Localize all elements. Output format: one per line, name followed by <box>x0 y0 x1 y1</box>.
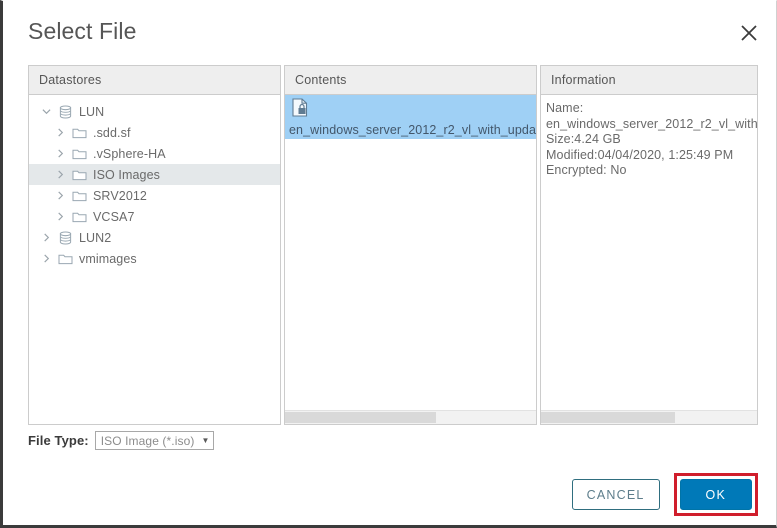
tree-item-label: ISO Images <box>93 167 160 182</box>
close-icon[interactable] <box>736 20 762 46</box>
folder-icon <box>69 126 89 139</box>
file-browser-panels: Datastores LUN .sdd.sf .vSphere-HA ISO Imag… <box>28 65 758 425</box>
file-type-row: File Type: ISO Image (*.iso) ▼ <box>28 431 215 450</box>
contents-panel: Contents en_windows_server_2012_r2_vl_wi… <box>284 65 537 425</box>
tree-item-sdd-sf[interactable]: .sdd.sf <box>29 122 280 143</box>
contents-horizontal-scrollbar[interactable] <box>285 410 536 424</box>
chevron-right-icon[interactable] <box>51 191 69 200</box>
tree-item-label: LUN2 <box>79 230 112 245</box>
page-title: Select File <box>28 18 137 44</box>
content-list-item[interactable]: en_windows_server_2012_r2_vl_with_updat <box>285 95 536 139</box>
ok-button-highlight: OK <box>673 473 758 516</box>
tree-item-label: .vSphere-HA <box>93 146 166 161</box>
contents-panel-body[interactable]: en_windows_server_2012_r2_vl_with_updat <box>285 95 536 424</box>
tree-item-iso-images[interactable]: ISO Images <box>29 164 280 185</box>
datastore-icon <box>55 104 75 119</box>
info-size: Size:4.24 GB <box>546 132 621 146</box>
tree-item-srv2012[interactable]: SRV2012 <box>29 185 280 206</box>
tree-item-label: LUN <box>79 104 105 119</box>
chevron-right-icon[interactable] <box>51 149 69 158</box>
info-encrypted: Encrypted: No <box>546 163 627 177</box>
contents-panel-header: Contents <box>285 66 536 95</box>
datastores-panel-header: Datastores <box>29 66 280 95</box>
tree-item-vcsa7[interactable]: VCSA7 <box>29 206 280 227</box>
folder-icon <box>69 147 89 160</box>
info-name-label: Name: <box>546 101 584 115</box>
iso-file-icon <box>292 98 536 122</box>
file-type-label: File Type: <box>28 433 89 448</box>
scrollbar-thumb[interactable] <box>541 412 675 423</box>
folder-icon <box>69 168 89 181</box>
caret-down-icon: ▼ <box>201 436 210 445</box>
tree-item-vmimages[interactable]: vmimages <box>29 248 280 269</box>
datastore-tree: LUN .sdd.sf .vSphere-HA ISO Images SRV2012 VC… <box>29 95 280 269</box>
chevron-right-icon[interactable] <box>51 128 69 137</box>
information-fields: Name: en_windows_server_2012_r2_vl_with … <box>541 95 757 179</box>
tree-item-label: vmimages <box>79 251 137 266</box>
datastores-panel: Datastores LUN .sdd.sf .vSphere-HA ISO Imag… <box>28 65 281 425</box>
datastore-icon <box>55 230 75 245</box>
tree-item-label: .sdd.sf <box>93 125 131 140</box>
chevron-right-icon[interactable] <box>37 233 55 242</box>
file-type-selected-value: ISO Image (*.iso) <box>100 433 195 448</box>
folder-icon <box>69 189 89 202</box>
file-type-select[interactable]: ISO Image (*.iso) ▼ <box>94 431 215 450</box>
chevron-right-icon[interactable] <box>37 254 55 263</box>
chevron-down-icon[interactable] <box>37 107 55 116</box>
tree-item-lun2[interactable]: LUN2 <box>29 227 280 248</box>
scrollbar-thumb[interactable] <box>285 412 436 423</box>
information-panel-header: Information <box>541 66 757 95</box>
tree-item-vsphere-ha[interactable]: .vSphere-HA <box>29 143 280 164</box>
cancel-button[interactable]: CANCEL <box>571 479 660 510</box>
dialog-title-bar: Select File <box>3 1 777 63</box>
tree-item-lun[interactable]: LUN <box>29 101 280 122</box>
select-file-dialog: Select File Datastores LUN .sdd.sf .vSpher… <box>0 0 777 528</box>
tree-item-label: SRV2012 <box>93 188 147 203</box>
info-modified: Modified:04/04/2020, 1:25:49 PM <box>546 147 734 162</box>
contents-list: en_windows_server_2012_r2_vl_with_updat <box>285 95 536 139</box>
ok-button[interactable]: OK <box>679 479 752 510</box>
dialog-footer: CANCEL OK <box>571 473 758 516</box>
information-panel-body: Name: en_windows_server_2012_r2_vl_with … <box>541 95 757 424</box>
information-horizontal-scrollbar[interactable] <box>541 410 757 424</box>
chevron-right-icon[interactable] <box>51 170 69 179</box>
content-item-label: en_windows_server_2012_r2_vl_with_updat <box>289 123 536 137</box>
folder-icon <box>55 252 75 265</box>
information-panel: Information Name: en_windows_server_2012… <box>540 65 758 425</box>
folder-icon <box>69 210 89 223</box>
tree-item-label: VCSA7 <box>93 209 135 224</box>
datastores-panel-body[interactable]: LUN .sdd.sf .vSphere-HA ISO Images SRV2012 VC… <box>29 95 280 424</box>
info-name-value: en_windows_server_2012_r2_vl_with <box>546 116 757 131</box>
chevron-right-icon[interactable] <box>51 212 69 221</box>
